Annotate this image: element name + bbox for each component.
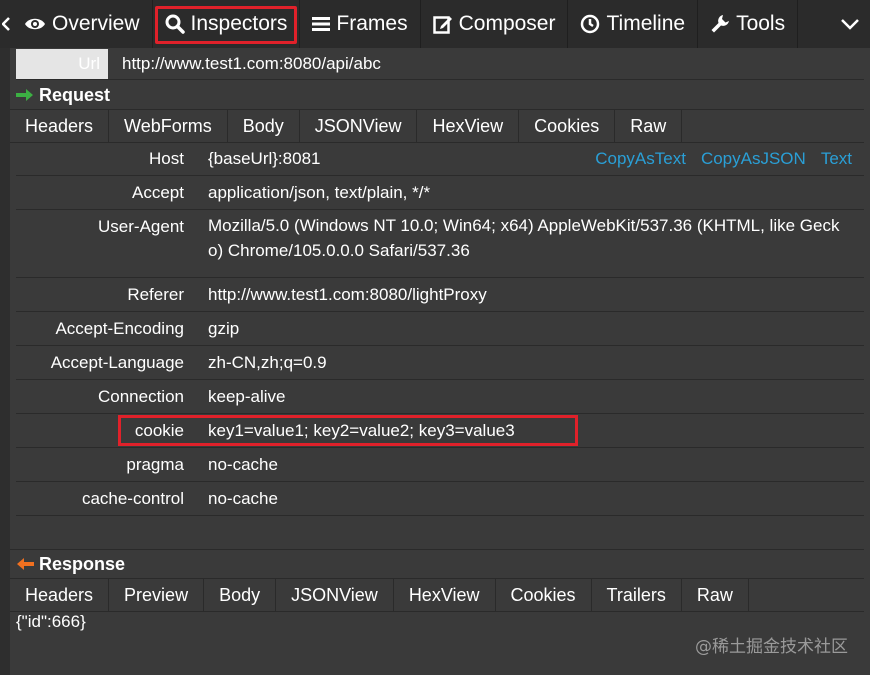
header-value: http://www.test1.com:8080/lightProxy xyxy=(208,285,487,304)
table-row: Accept-Encoding gzip xyxy=(16,312,864,346)
tab-frames-label: Frames xyxy=(336,12,408,35)
table-row: Connection keep-alive xyxy=(16,380,864,414)
response-section-title: Response xyxy=(16,550,125,578)
tab-tools[interactable]: Tools xyxy=(698,0,799,48)
list-icon xyxy=(312,16,331,32)
table-row: Host {baseUrl}:8081 CopyAsText CopyAsJSO… xyxy=(16,142,864,176)
header-value: gzip xyxy=(208,319,240,338)
tab-composer-label: Composer xyxy=(458,12,556,35)
request-headers-table: Host {baseUrl}:8081 CopyAsText CopyAsJSO… xyxy=(16,142,864,516)
copy-as-json-link[interactable]: CopyAsJSON xyxy=(701,149,806,169)
header-key: User-Agent xyxy=(98,217,184,236)
request-tab-cookies[interactable]: Cookies xyxy=(519,110,616,142)
request-tab-webforms[interactable]: WebForms xyxy=(109,110,228,142)
arrow-right-icon xyxy=(16,88,34,102)
response-tab-cookies[interactable]: Cookies xyxy=(496,579,592,611)
header-key: Connection xyxy=(97,387,184,406)
header-key: Accept xyxy=(132,183,184,202)
url-label: Url xyxy=(16,48,108,79)
response-tabs: Headers Preview Body JSONView HexView Co… xyxy=(10,578,864,612)
header-key: Host xyxy=(149,149,184,168)
header-value: zh-CN,zh;q=0.9 xyxy=(208,353,327,372)
edit-icon xyxy=(432,14,453,34)
response-title: Response xyxy=(39,553,126,574)
clock-icon xyxy=(580,14,600,34)
tab-inspectors[interactable]: Inspectors xyxy=(153,0,301,48)
header-value: no-cache xyxy=(208,489,278,508)
request-tab-headers[interactable]: Headers xyxy=(10,110,110,142)
header-value: no-cache xyxy=(208,455,278,474)
table-row: pragma no-cache xyxy=(16,448,864,482)
request-tab-jsonview[interactable]: JSONView xyxy=(300,110,418,142)
header-key: Referer xyxy=(127,285,184,304)
tab-inspectors-label: Inspectors xyxy=(190,12,288,35)
header-key: pragma xyxy=(126,455,184,474)
table-row: User-Agent Mozilla/5.0 (Windows NT 10.0;… xyxy=(16,210,864,278)
eye-icon xyxy=(24,16,46,32)
response-tab-jsonview[interactable]: JSONView xyxy=(276,579,394,611)
request-tab-hexview[interactable]: HexView xyxy=(417,110,520,142)
request-section-title: Request xyxy=(16,81,110,109)
tab-timeline-label: Timeline xyxy=(606,12,686,35)
tab-tools-label: Tools xyxy=(736,12,786,35)
request-tab-body[interactable]: Body xyxy=(228,110,300,142)
text-link[interactable]: Text xyxy=(821,149,852,169)
response-tab-headers[interactable]: Headers xyxy=(10,579,110,611)
copy-as-text-link[interactable]: CopyAsText xyxy=(595,149,686,169)
header-value: key1=value1; key2=value2; key3=value3 xyxy=(208,421,515,440)
url-value[interactable]: http://www.test1.com:8080/api/abc xyxy=(122,54,381,74)
response-tab-raw[interactable]: Raw xyxy=(682,579,749,611)
header-value: Mozilla/5.0 (Windows NT 10.0; Win64; x64… xyxy=(208,216,840,260)
arrow-left-icon xyxy=(16,557,34,571)
table-row: cache-control no-cache xyxy=(16,482,864,516)
header-value: application/json, text/plain, */* xyxy=(208,183,431,202)
table-row: Accept application/json, text/plain, */* xyxy=(16,176,864,210)
left-gutter xyxy=(0,48,10,675)
header-value: keep-alive xyxy=(208,387,286,406)
tab-frames[interactable]: Frames xyxy=(300,0,421,48)
tab-overview[interactable]: Overview xyxy=(12,0,153,48)
request-tab-raw[interactable]: Raw xyxy=(615,110,683,142)
response-body[interactable]: {"id":666} xyxy=(16,612,86,632)
table-row: Referer http://www.test1.com:8080/lightP… xyxy=(16,278,864,312)
url-row: Url http://www.test1.com:8080/api/abc xyxy=(16,48,864,80)
copy-actions: CopyAsText CopyAsJSON Text xyxy=(595,149,852,169)
response-tab-hexview[interactable]: HexView xyxy=(394,579,496,611)
tab-timeline[interactable]: Timeline xyxy=(568,0,699,48)
request-tabs: Headers WebForms Body JSONView HexView C… xyxy=(10,109,864,143)
request-title: Request xyxy=(39,84,111,105)
header-key: cookie xyxy=(134,421,184,440)
response-tab-trailers[interactable]: Trailers xyxy=(592,579,682,611)
response-tab-body[interactable]: Body xyxy=(204,579,277,611)
tab-composer[interactable]: Composer xyxy=(421,0,569,48)
response-tab-preview[interactable]: Preview xyxy=(109,579,205,611)
main-tab-bar: Overview Inspectors Frames Composer Time… xyxy=(0,0,870,48)
wrench-icon xyxy=(710,14,730,34)
header-key: cache-control xyxy=(81,489,184,508)
scroll-left-icon[interactable] xyxy=(0,0,12,48)
chevron-down-icon[interactable] xyxy=(830,0,870,48)
table-row: cookie key1=value1; key2=value2; key3=va… xyxy=(16,414,864,448)
search-icon xyxy=(165,14,185,34)
table-row: Accept-Language zh-CN,zh;q=0.9 xyxy=(16,346,864,380)
header-key: Accept-Encoding xyxy=(55,319,184,338)
tab-overview-label: Overview xyxy=(52,12,140,35)
watermark: @稀土掘金技术社区 xyxy=(695,637,848,657)
header-key: Accept-Language xyxy=(50,353,184,372)
section-divider[interactable] xyxy=(10,549,864,550)
